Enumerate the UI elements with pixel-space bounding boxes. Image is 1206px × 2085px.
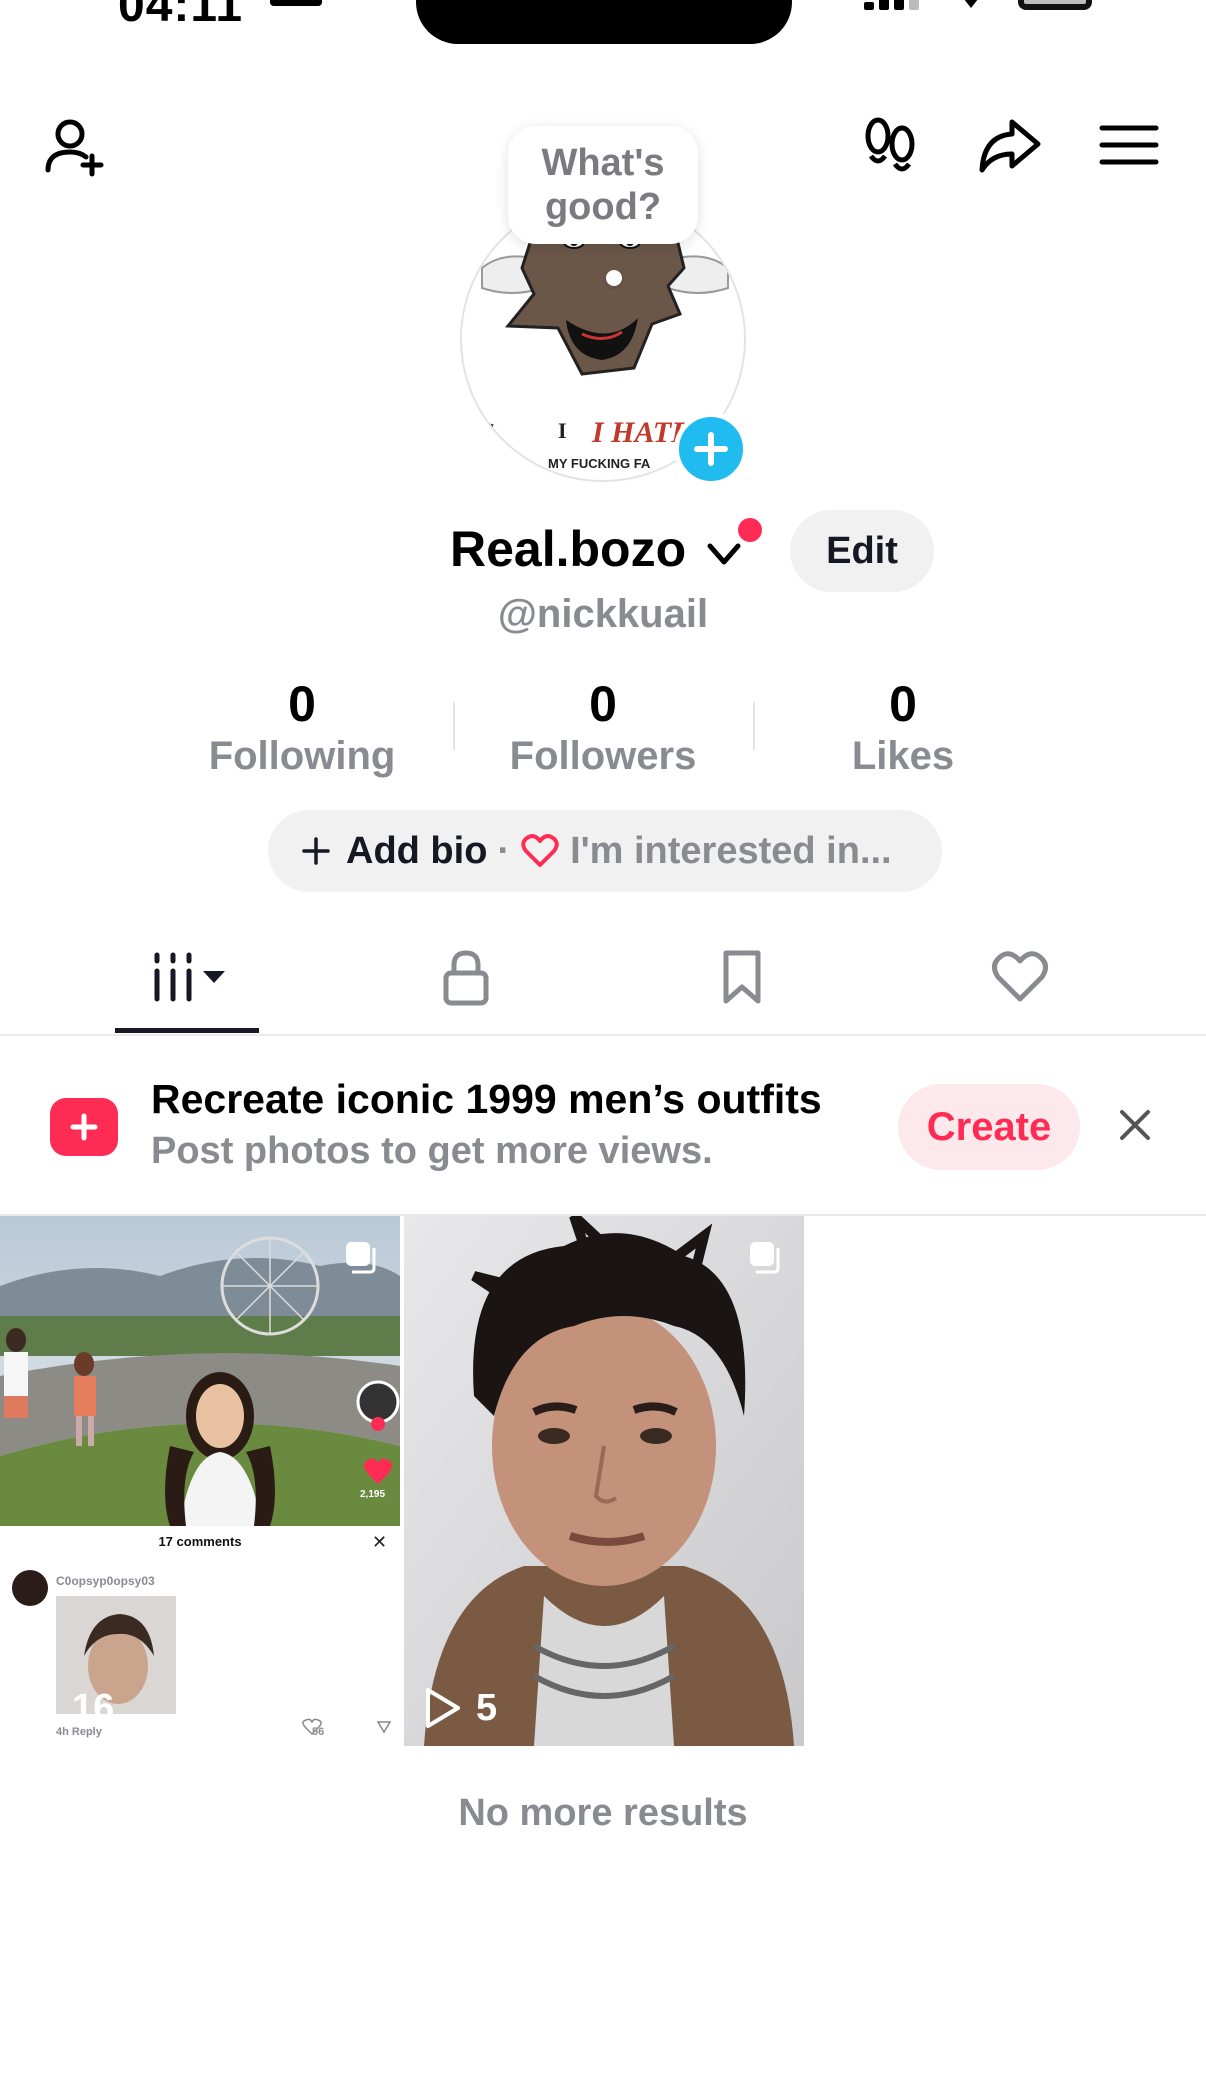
status-time: 04:11 [118,0,244,32]
avatar-caption-small: MY FUCKING FA [548,456,651,471]
video-preview-image [404,1216,804,1746]
add-post-icon [50,1098,118,1156]
dynamic-island [416,0,792,44]
stat-value: 0 [889,676,917,732]
note-bubble[interactable]: What's good? [508,126,698,244]
share-icon[interactable] [974,110,1044,180]
play-icon [22,1688,56,1728]
wifi-icon [956,0,986,10]
stat-likes[interactable]: 0 Likes [783,676,1023,779]
video-thumbnail[interactable]: 5 [404,1216,804,1746]
plus-icon [302,837,330,865]
video-thumbnail[interactable]: 17 comments ✕ C0opsyp0opsy03 4h Reply 56… [0,1216,400,1746]
stat-label: Likes [851,734,955,778]
tab-videos[interactable] [127,942,247,1012]
chevron-down-icon[interactable] [704,534,744,574]
footprints-icon[interactable] [856,110,926,180]
stat-divider [453,702,455,750]
create-button[interactable]: Create [898,1084,1080,1170]
menu-icon[interactable] [1094,110,1164,180]
close-icon: ✕ [372,1532,388,1552]
notification-dot [738,518,762,542]
stat-divider [753,702,755,750]
bookmark-icon [723,950,761,1004]
like-count: 2,195 [360,1489,386,1500]
stat-value: 0 [589,676,617,732]
username: @nickkuail [497,592,709,636]
tab-favorites[interactable] [682,942,802,1012]
play-icon [426,1688,460,1728]
svg-text:I: I [558,418,567,443]
stat-following[interactable]: 0 Following [182,676,422,779]
divider [0,1034,1206,1036]
play-count: 5 [422,1686,497,1730]
commenter-name: C0opsyp0opsy03 [56,1574,155,1588]
play-count-value: 16 [72,1686,115,1729]
signal-icon [864,0,920,10]
promo-title: Recreate iconic 1999 men’s outfits [151,1076,822,1122]
grid-icon [154,952,225,1002]
heart-icon [992,951,1048,1002]
note-text: What's good? [541,142,665,228]
no-more-results: No more results [458,1792,748,1834]
edit-profile-button[interactable]: Edit [790,510,934,592]
stat-followers[interactable]: 0 Followers [483,676,723,779]
promo-subtitle: Post photos to get more views. [151,1130,713,1172]
stat-label: Following [208,734,396,778]
active-tab-indicator [115,1028,259,1033]
stat-value: 0 [288,676,316,732]
heart-icon [521,834,559,867]
multi-photo-icon [346,1242,376,1274]
comments-title: 17 comments [158,1534,242,1549]
tab-liked[interactable] [960,942,1080,1012]
stat-label: Followers [509,734,697,778]
bio-separator: · [497,829,511,872]
interests-label[interactable]: I'm interested in... [570,830,892,873]
note-bubble-tail [606,270,622,286]
tab-private[interactable] [406,942,526,1012]
comment-likes: 56 [312,1726,325,1738]
play-count-value: 5 [476,1686,498,1729]
close-icon[interactable] [1110,1100,1160,1150]
lock-icon [443,950,489,1006]
video-preview-image [0,1216,400,1746]
add-story-button[interactable] [674,412,748,486]
multi-photo-icon [750,1242,780,1274]
display-name[interactable]: Real.bozo [450,520,686,578]
add-friend-icon[interactable] [40,110,110,180]
battery-icon [1018,0,1092,10]
bio-pill[interactable]: Add bio · I'm interested in... [268,810,942,892]
add-bio-label[interactable]: Add bio [346,830,487,873]
plus-icon [694,432,728,466]
play-count: 16 [18,1686,114,1730]
bed-icon [270,0,322,6]
